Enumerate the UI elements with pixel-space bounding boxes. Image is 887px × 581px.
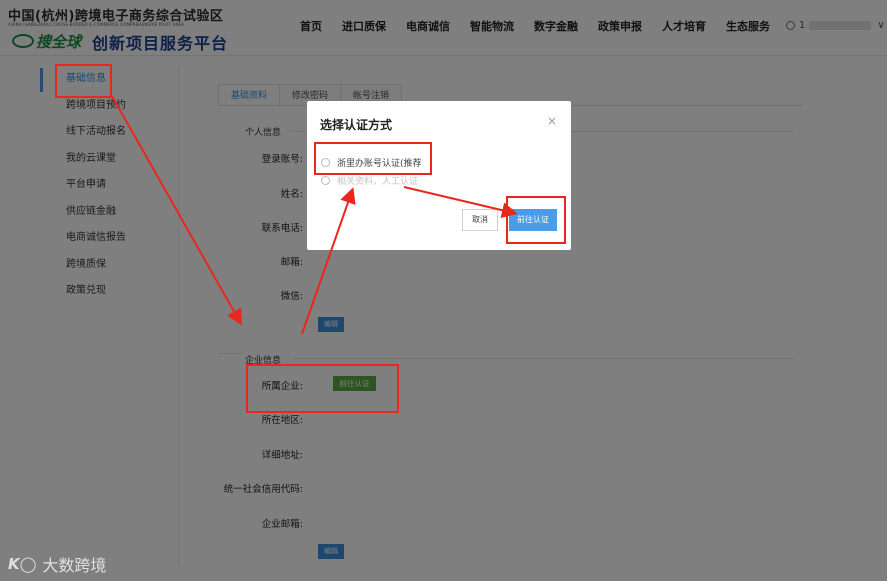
watermark-text: 大数跨境 [42, 556, 107, 575]
arrow-sidebar-to-enterprise [111, 95, 242, 326]
watermark: K◯ 大数跨境 [8, 552, 106, 576]
arrow-edit-to-option [301, 187, 356, 335]
arrow-option-to-confirm [403, 186, 518, 219]
annotation-arrows [111, 95, 518, 335]
watermark-logo: K◯ [8, 555, 37, 573]
